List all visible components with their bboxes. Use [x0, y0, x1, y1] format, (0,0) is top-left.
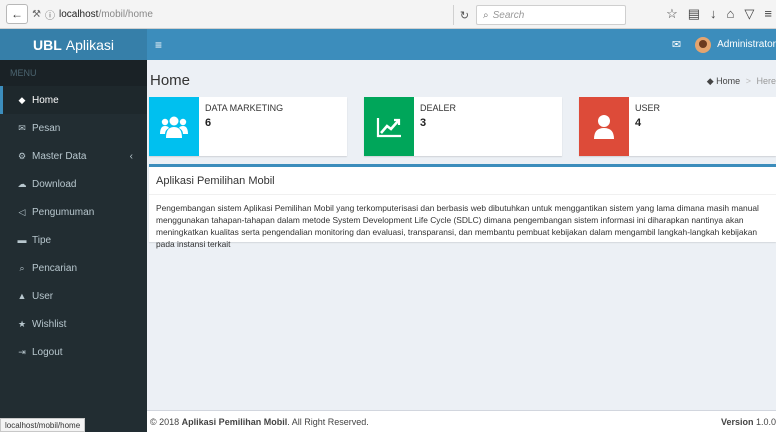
address-bar[interactable]: ⚒ ⓘ localhost/mobil/home: [32, 4, 153, 24]
info-icon[interactable]: ⓘ: [45, 7, 55, 22]
star-icon: ★: [17, 318, 27, 329]
copyright: © 2018 Aplikasi Pemilihan Mobil. All Rig…: [150, 417, 369, 427]
box-title: Aplikasi Pemilihan Mobil: [156, 175, 275, 187]
footer: © 2018 Aplikasi Pemilihan Mobil. All Rig…: [147, 410, 776, 432]
bullhorn-icon: ◁: [18, 206, 26, 217]
menu-header: MENU: [0, 60, 147, 86]
sidebar-item-pesan[interactable]: ✉ Pesan: [0, 114, 147, 142]
info-box-label: USER: [635, 103, 661, 113]
home-icon[interactable]: ⌂: [727, 6, 735, 22]
breadcrumb: ◆ Home > Here: [707, 76, 776, 87]
clipboard-icon[interactable]: ▤: [688, 6, 700, 22]
app-description-box: Aplikasi Pemilihan Mobil Pengembangan si…: [149, 164, 776, 249]
info-box-label: DATA MARKETING: [205, 103, 284, 113]
home-icon: ◆: [706, 76, 714, 86]
sidebar-item-label: Master Data: [32, 150, 87, 162]
box-body: Pengembangan sistem Aplikasi Pemilihan M…: [156, 203, 759, 249]
cogs-icon: ⚙: [17, 150, 27, 161]
sidebar-item-label: Pengumuman: [32, 206, 95, 218]
sidebar-item-user[interactable]: ▲ User: [0, 282, 147, 310]
back-arrow-icon[interactable]: ←: [6, 4, 28, 24]
browser-toolbar: ← ⚒ ⓘ localhost/mobil/home ↻ ⌕ Search ☆ …: [0, 0, 776, 29]
sidebar-item-label: Download: [32, 178, 77, 190]
search-icon: ⌕: [19, 262, 25, 273]
envelope-icon[interactable]: ✉: [672, 38, 681, 51]
sidebar-item-tipe[interactable]: ▬ Tipe: [0, 226, 147, 254]
sidebar-item-pengumuman[interactable]: ◁ Pengumuman: [0, 198, 147, 226]
chevron-left-icon: ‹: [129, 150, 133, 162]
url-text: localhost/mobil/home: [58, 8, 153, 20]
users-icon: [149, 97, 199, 156]
search-placeholder: Search: [492, 9, 525, 21]
sidebar-item-label: Wishlist: [32, 318, 67, 330]
content-header: Home ◆ Home > Here: [147, 60, 776, 92]
sidebar-item-label: Pesan: [32, 122, 61, 134]
breadcrumb-home[interactable]: Home: [716, 76, 740, 86]
sidebar-item-label: Pencarian: [32, 262, 78, 274]
sidebar-item-pencarian[interactable]: ⌕ Pencarian: [0, 254, 147, 282]
browser-toolbar-icons: ☆ ▤ ↓ ⌂ ▽ ≡: [666, 6, 772, 22]
sidebar-item-label: User: [32, 290, 54, 302]
download-icon[interactable]: ↓: [710, 6, 717, 22]
browser-search-input[interactable]: ⌕ Search: [476, 5, 626, 25]
footer-app-name[interactable]: Aplikasi Pemilihan Mobil: [182, 417, 288, 427]
dashboard-icon: ◆: [18, 94, 26, 105]
search-icon: ⌕: [483, 9, 489, 21]
avatar[interactable]: [695, 36, 712, 53]
breadcrumb-separator: >: [745, 76, 751, 86]
car-icon: ▬: [17, 235, 27, 245]
user-icon: [579, 97, 629, 156]
version-info: Version 1.0.0: [720, 417, 776, 427]
sidebar-item-master-data[interactable]: ⚙ Master Data ‹: [0, 142, 147, 170]
user-menu[interactable]: Administrator: [717, 39, 776, 50]
navbar-right: ✉ Administrator: [672, 29, 776, 60]
info-box-user: USER 4: [579, 97, 776, 156]
cloud-download-icon: ☁: [17, 178, 27, 189]
top-navbar: ≡ ✉ Administrator: [147, 29, 776, 60]
user-icon: ▲: [17, 291, 27, 301]
info-box-value: 6: [205, 117, 212, 129]
info-box-data-marketing: DATA MARKETING 6: [149, 97, 347, 156]
sidebar-toggle-icon[interactable]: ≡: [155, 38, 162, 52]
info-box-value: 4: [635, 117, 642, 129]
status-bar-url: localhost/mobil/home: [0, 418, 86, 432]
page-title: Home: [150, 72, 191, 89]
breadcrumb-current: Here: [756, 76, 776, 86]
pocket-icon[interactable]: ▽: [744, 6, 754, 22]
sidebar-item-logout[interactable]: ⇥ Logout: [0, 338, 147, 366]
sidebar: UBL Aplikasi MENU ◆ Home ✉ Pesan ⚙ Master…: [0, 29, 147, 432]
info-box-value: 3: [420, 117, 427, 129]
sidebar-item-wishlist[interactable]: ★ Wishlist: [0, 310, 147, 338]
sidebar-item-label: Tipe: [32, 234, 52, 246]
sidebar-item-label: Logout: [32, 346, 63, 358]
divider: [149, 194, 776, 195]
bookmark-star-icon[interactable]: ☆: [666, 6, 678, 22]
sidebar-item-home[interactable]: ◆ Home: [0, 86, 147, 114]
sidebar-item-download[interactable]: ☁ Download: [0, 170, 147, 198]
brand-logo[interactable]: UBL Aplikasi: [0, 29, 147, 60]
line-chart-icon: [364, 97, 414, 156]
sidebar-item-label: Home: [32, 94, 59, 106]
envelope-icon: ✉: [18, 122, 26, 133]
reload-icon[interactable]: ↻: [453, 5, 475, 25]
info-box-label: DEALER: [420, 103, 457, 113]
sign-out-icon: ⇥: [18, 346, 26, 357]
hamburger-menu-icon[interactable]: ≡: [764, 6, 772, 22]
wrench-icon: ⚒: [32, 8, 41, 20]
info-box-dealer: DEALER 3: [364, 97, 562, 156]
